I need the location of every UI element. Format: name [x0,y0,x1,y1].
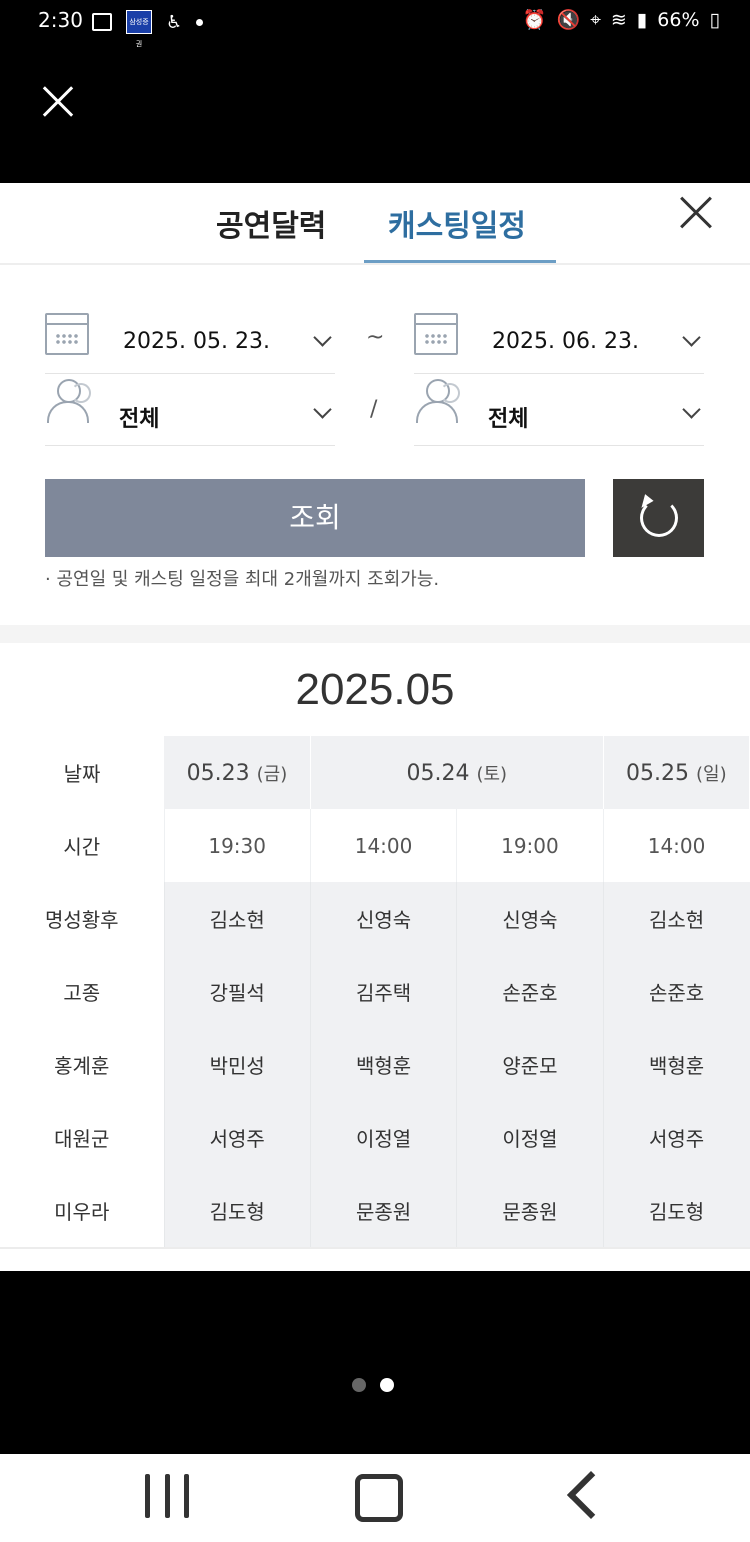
table-row: 홍계훈 박민성 백형훈 양준모 백형훈 [0,1028,750,1101]
refresh-button[interactable] [613,479,704,557]
cast-right-value: 전체 [488,407,529,432]
date-text: 05.24 [406,760,470,786]
cast-cell: 신영숙 [456,882,604,955]
recent-apps-icon[interactable] [145,1474,189,1518]
battery-icon: ▯ [709,8,720,31]
role-label: 대원군 [0,1101,164,1174]
cast-cell: 백형훈 [309,1028,457,1101]
cast-cell: 서영주 [602,1101,750,1174]
cast-cell: 백형훈 [602,1028,750,1101]
cast-select-right[interactable]: 전체 [414,375,704,446]
chevron-down-icon [313,328,332,347]
end-date-value: 2025. 06. 23. [492,329,639,354]
calendar-icon [414,313,458,355]
weekday-text: (일) [696,763,727,785]
close-icon[interactable] [678,195,714,231]
time-row: 시간 19:30 14:00 19:00 14:00 [0,809,750,882]
range-separator: ~ [366,325,385,350]
cast-cell: 양준모 [456,1028,604,1101]
time-cell: 14:00 [602,809,750,882]
date-header[interactable]: 05.24 (토) [310,736,604,809]
cast-cell: 박민성 [163,1028,311,1101]
status-time: 2:30 [38,8,83,32]
cast-select-left[interactable]: 전체 [45,375,335,446]
cast-cell: 손준호 [456,955,604,1028]
home-icon[interactable] [355,1474,403,1522]
cast-cell: 서영주 [163,1101,311,1174]
role-label: 명성황후 [0,882,164,955]
cast-cell: 김도형 [163,1174,311,1247]
system-nav-bar [0,1454,750,1542]
chevron-down-icon [682,328,701,347]
table-row: 대원군 서영주 이정열 이정열 서영주 [0,1101,750,1174]
mute-icon: 🔇 [556,9,581,31]
tab-casting-schedule[interactable]: 캐스팅일정 [388,201,526,245]
signal-icon: ▮ [636,8,648,31]
cast-cell: 신영숙 [309,882,457,955]
alarm-icon: ⏰ [522,9,547,31]
cast-separator: / [370,397,378,422]
active-tab-indicator [364,260,556,263]
date-row: 날짜 05.23 (금) 05.24 (토) 05.25 (일) [0,736,750,809]
weekday-text: (토) [476,763,508,785]
time-cell: 19:30 [163,809,311,882]
weekday-text: (금) [256,763,288,785]
person-icon [45,379,95,429]
chevron-down-icon [313,400,332,419]
tab-bar: 공연달력 캐스팅일정 [0,183,750,265]
search-button[interactable]: 조회 [45,479,585,557]
date-text: 05.25 [626,760,689,786]
cast-cell: 김도형 [602,1174,750,1247]
page-indicator [352,1378,394,1392]
casting-sheet: 공연달력 캐스팅일정 2025. 05. 23. ~ 2025. 06. 23.… [0,183,750,1271]
cast-cell: 이정열 [309,1101,457,1174]
table-row: 미우라 김도형 문종원 문종원 김도형 [0,1174,750,1247]
casting-table: 날짜 05.23 (금) 05.24 (토) 05.25 (일) 시간 19:30 14:0… [0,736,750,1247]
role-label: 고종 [0,955,164,1028]
date-header[interactable]: 05.23 (금) [164,736,311,809]
page-dot-active[interactable] [380,1378,394,1392]
location-icon: ⌖ [590,8,601,31]
person-icon [414,379,464,429]
cast-cell: 김소현 [602,882,750,955]
gallery-icon [92,13,112,31]
table-bottom-border [0,1247,750,1249]
table-row: 고종 강필석 김주택 손준호 손준호 [0,955,750,1028]
cast-cell: 김소현 [163,882,311,955]
status-bar: 2:30 삼성증권 ♿ ⏰ 🔇 ⌖ ≋ ▮ 66% ▯ [0,0,750,48]
role-label: 홍계훈 [0,1028,164,1101]
time-cell: 14:00 [309,809,457,882]
cast-left-value: 전체 [119,407,160,432]
wifi-icon: ≋ [610,8,627,31]
cast-cell: 문종원 [309,1174,457,1247]
cast-cell: 이정열 [456,1101,604,1174]
tab-performance-calendar[interactable]: 공연달력 [216,201,326,245]
cast-cell: 강필석 [163,955,311,1028]
calendar-icon [45,313,89,355]
back-icon[interactable] [566,1470,616,1520]
app-badge-icon: 삼성증권 [126,10,152,48]
time-label: 시간 [0,809,164,882]
cast-cell: 김주택 [309,955,457,1028]
accessibility-icon: ♿ [166,11,183,33]
search-note: · 공연일 및 캐스팅 일정을 최대 2개월까지 조회가능. [45,569,440,590]
page-dot[interactable] [352,1378,366,1392]
month-title: 2025.05 [295,665,455,714]
close-icon[interactable] [40,84,76,120]
more-notifications-dot [196,18,204,26]
cast-cell: 문종원 [456,1174,604,1247]
chevron-down-icon [682,400,701,419]
date-text: 05.23 [186,760,250,786]
battery-text: 66% [657,8,700,31]
section-divider [0,625,750,643]
start-date-select[interactable]: 2025. 05. 23. [45,303,335,374]
end-date-select[interactable]: 2025. 06. 23. [414,303,704,374]
date-header[interactable]: 05.25 (일) [603,736,750,809]
table-row: 명성황후 김소현 신영숙 신영숙 김소현 [0,882,750,955]
date-label: 날짜 [0,736,164,809]
role-label: 미우라 [0,1174,164,1247]
cast-cell: 손준호 [602,955,750,1028]
time-cell: 19:00 [456,809,604,882]
start-date-value: 2025. 05. 23. [123,329,270,354]
